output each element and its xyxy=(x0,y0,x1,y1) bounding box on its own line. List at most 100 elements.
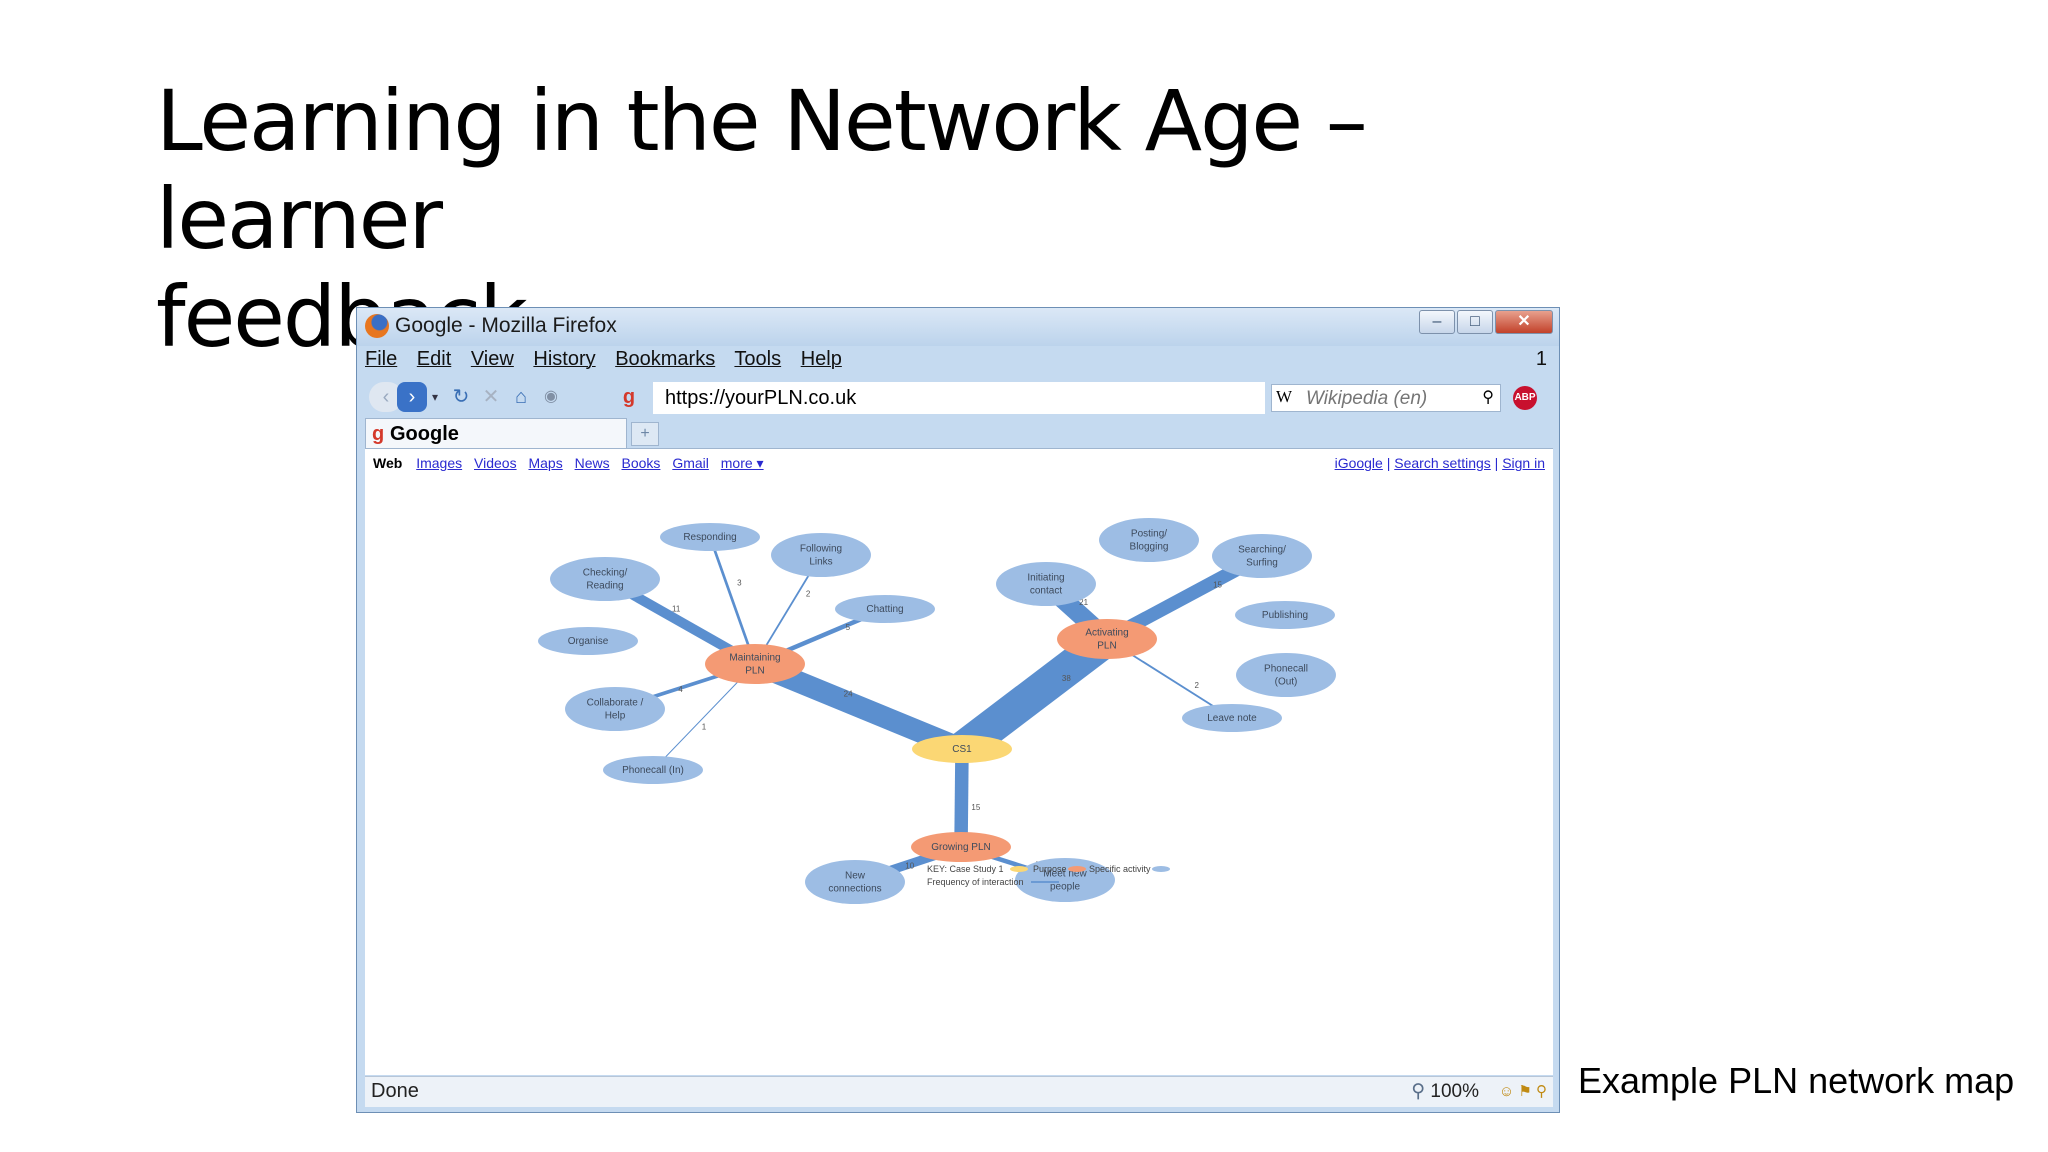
reload-icon[interactable]: ↻ xyxy=(447,382,475,412)
map-edges: 243815113254121152105 xyxy=(602,536,1266,887)
minimize-button[interactable]: – xyxy=(1419,310,1455,334)
node-label: CS1 xyxy=(952,744,972,755)
maximize-button[interactable]: □ xyxy=(1457,310,1493,334)
status-text: Done xyxy=(371,1080,419,1102)
node-label: Maintaining xyxy=(729,653,780,664)
status-addon-icons[interactable]: ☺ ⚑ ⚲ xyxy=(1499,1082,1547,1100)
window-controls: – □ ✕ xyxy=(1417,310,1553,334)
node-phonecall_out: Phonecall (Out) xyxy=(1236,653,1336,697)
menu-edit[interactable]: Edit xyxy=(417,348,451,370)
node-label: Initiating xyxy=(1027,573,1064,584)
menu-bookmarks[interactable]: Bookmarks xyxy=(615,348,715,370)
menu-count: 1 xyxy=(1535,348,1547,370)
node-growing: Growing PLN xyxy=(911,832,1011,862)
url-input[interactable] xyxy=(653,382,1265,414)
key-purpose-swatch xyxy=(1068,866,1086,872)
google-favicon: g xyxy=(372,423,385,445)
node-cs1: CS1 xyxy=(912,735,1012,763)
bookmark-icon[interactable]: ◉ xyxy=(537,382,565,412)
node-label: Searching/ xyxy=(1238,545,1286,556)
home-icon[interactable]: ⌂ xyxy=(507,382,535,412)
node-searching: Searching/Surfing xyxy=(1212,534,1312,578)
key-purpose: Purpose xyxy=(1033,864,1067,874)
menu-tools[interactable]: Tools xyxy=(734,348,781,370)
tab-strip: g Google + xyxy=(365,418,1551,448)
forward-button[interactable]: › xyxy=(397,382,427,412)
edge-weight-label: 2 xyxy=(806,589,811,598)
key-specific-activity: Specific activity xyxy=(1089,864,1151,874)
navigation-toolbar: ‹ › ▾ ↻ ✕ ⌂ ◉ g W ⚲ ABP xyxy=(365,378,1551,416)
adblock-icon[interactable]: ABP xyxy=(1513,386,1537,410)
node-chatting: Chatting xyxy=(835,595,935,623)
node-shape xyxy=(1057,619,1157,659)
search-bar[interactable]: W ⚲ xyxy=(1271,384,1501,413)
node-label: Checking/ xyxy=(583,568,628,579)
menu-history[interactable]: History xyxy=(533,348,595,370)
node-label: PLN xyxy=(745,666,764,677)
edge-weight-label: 11 xyxy=(672,604,681,613)
node-label: Organise xyxy=(568,636,609,647)
node-label: Activating xyxy=(1085,628,1128,639)
key-frequency: Frequency of interaction xyxy=(927,877,1024,887)
node-shape xyxy=(565,687,665,731)
address-bar[interactable] xyxy=(653,382,1265,414)
search-input[interactable] xyxy=(1304,385,1468,413)
node-label: Surfing xyxy=(1246,558,1278,569)
node-shape xyxy=(771,533,871,577)
search-icon[interactable]: ⚲ xyxy=(1482,387,1494,407)
edge-weight-label: 5 xyxy=(846,623,851,632)
key-case-study-swatch xyxy=(1010,866,1028,872)
zoom-icon: ⚲ xyxy=(1411,1081,1426,1102)
node-shape xyxy=(996,562,1096,606)
zoom-level[interactable]: ⚲ 100% xyxy=(1411,1080,1479,1103)
node-shape xyxy=(805,860,905,904)
close-button[interactable]: ✕ xyxy=(1495,310,1553,334)
node-label: Following xyxy=(800,544,842,555)
menu-bar: File Edit View History Bookmarks Tools H… xyxy=(365,348,1551,376)
node-new_connections: New connections xyxy=(805,860,905,904)
node-label: Help xyxy=(605,711,626,722)
node-label: connections xyxy=(828,884,881,895)
node-shape xyxy=(1212,534,1312,578)
edge-weight-label: 4 xyxy=(678,685,683,694)
new-tab-button[interactable]: + xyxy=(631,422,659,446)
slide-caption: Example PLN network map xyxy=(1578,1060,2015,1101)
node-initiating: Initiating contact xyxy=(996,562,1096,606)
search-engine-label[interactable]: W xyxy=(1276,387,1292,407)
node-maintaining: Maintaining PLN xyxy=(705,644,805,684)
node-label: contact xyxy=(1030,586,1062,597)
node-checking: Checking/Reading xyxy=(550,557,660,601)
node-label: Publishing xyxy=(1262,610,1308,621)
node-label: Reading xyxy=(586,581,623,592)
window-titlebar[interactable]: Google - Mozilla Firefox – □ ✕ xyxy=(357,308,1559,346)
menu-view[interactable]: View xyxy=(471,348,514,370)
node-organise: Organise xyxy=(538,627,638,655)
tab-google[interactable]: g Google xyxy=(365,418,627,448)
zoom-value: 100% xyxy=(1430,1081,1479,1102)
node-publishing: Publishing xyxy=(1235,601,1335,629)
menu-file[interactable]: File xyxy=(365,348,397,370)
edge-weight-label: 15 xyxy=(971,803,980,812)
history-dropdown-icon[interactable]: ▾ xyxy=(429,382,441,412)
node-label: Phonecall (In) xyxy=(622,765,684,776)
node-collaborate: Collaborate / Help xyxy=(565,687,665,731)
node-label: Leave note xyxy=(1207,713,1257,724)
node-label: Chatting xyxy=(866,604,903,615)
node-label: PLN xyxy=(1097,641,1116,652)
edge-weight-label: 3 xyxy=(737,578,742,587)
node-responding: Responding xyxy=(660,523,760,551)
site-favicon: g xyxy=(622,386,636,408)
slide-title-line1: Learning in the Network Age – learner xyxy=(156,72,1368,268)
key-activity-swatch xyxy=(1152,866,1170,872)
node-posting: Posting/Blogging xyxy=(1099,518,1199,562)
stop-icon[interactable]: ✕ xyxy=(477,382,505,412)
node-label: Collaborate / xyxy=(587,698,644,709)
edge-weight-label: 10 xyxy=(905,862,914,871)
menu-help[interactable]: Help xyxy=(801,348,842,370)
tab-label: Google xyxy=(390,423,459,445)
node-label: people xyxy=(1050,882,1080,893)
edge-weight-label: 1 xyxy=(702,723,707,732)
node-leave_note: Leave note xyxy=(1182,704,1282,732)
node-label: Responding xyxy=(683,532,736,543)
node-shape xyxy=(1236,653,1336,697)
